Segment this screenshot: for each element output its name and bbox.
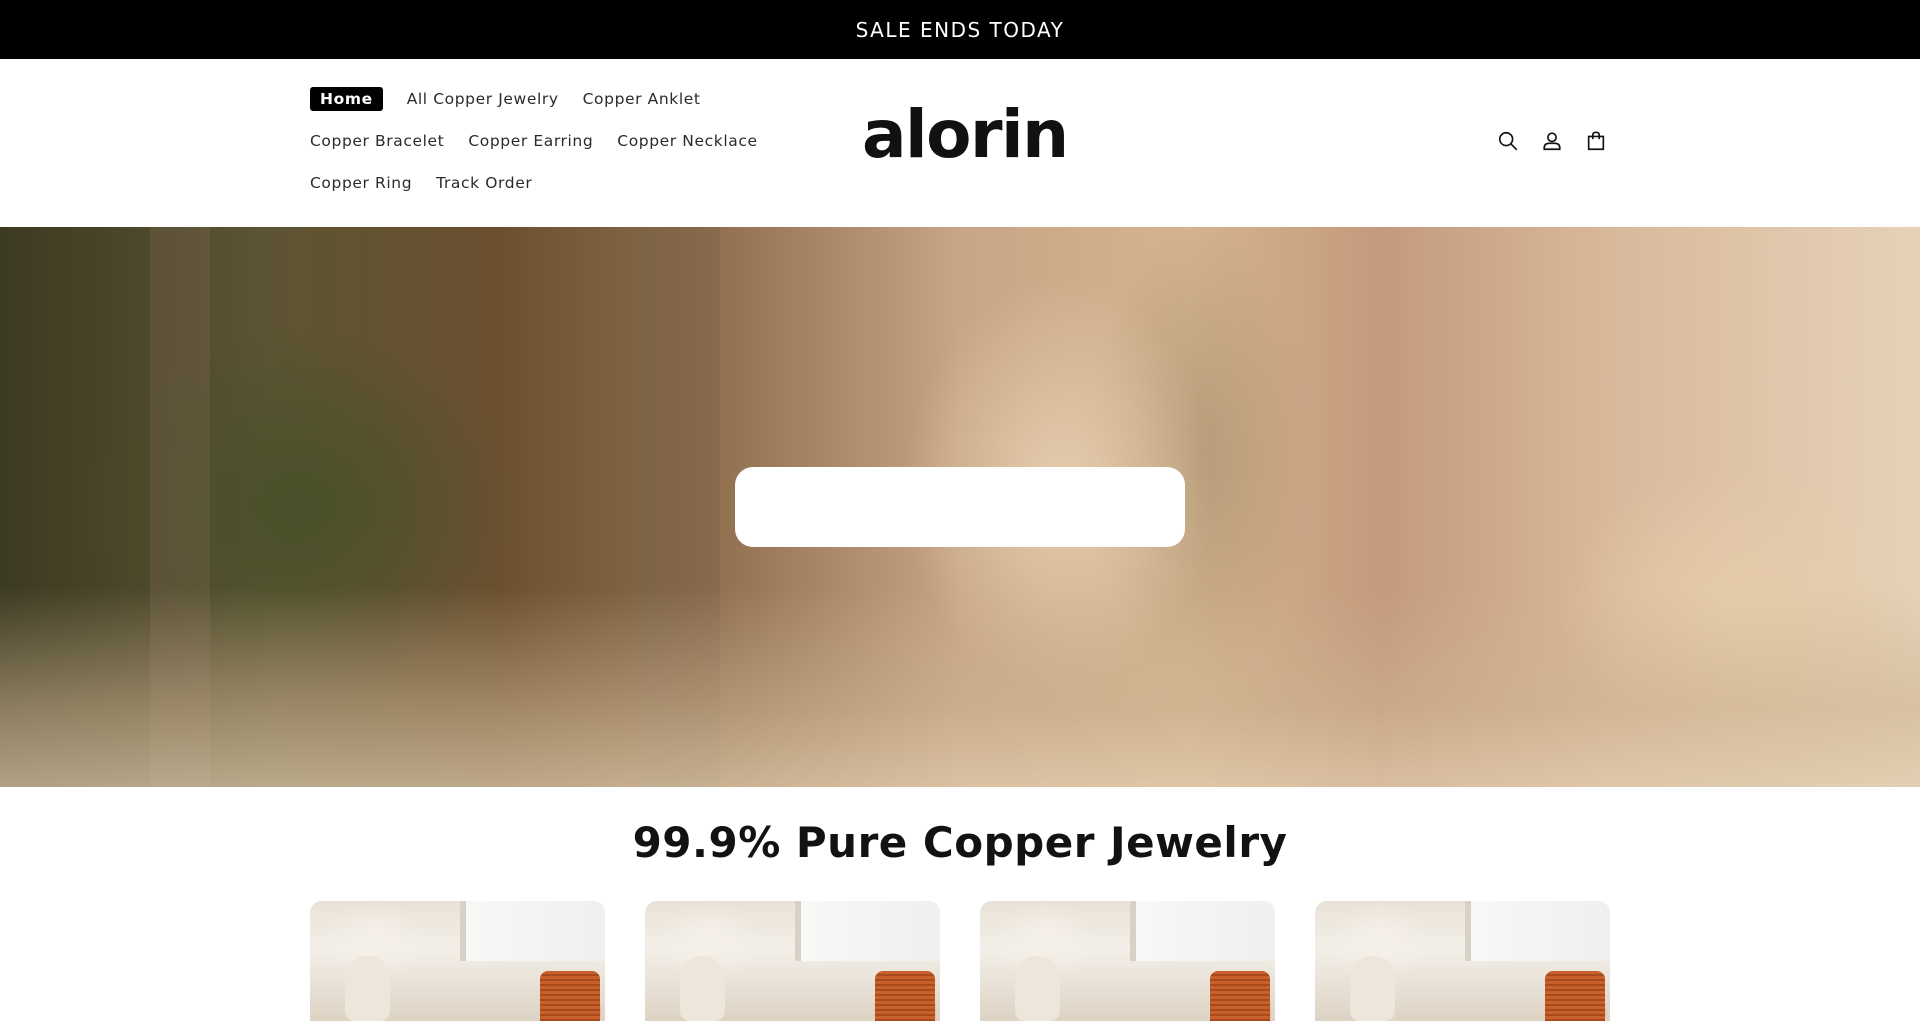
product-image-detail: [460, 901, 605, 961]
header-icons: [1496, 129, 1608, 153]
site-logo[interactable]: alorin: [862, 99, 1069, 171]
product-image-detail: [1210, 971, 1270, 1021]
hero-image-detail: [0, 587, 1920, 787]
nav-copper-anklet[interactable]: Copper Anklet: [573, 87, 711, 111]
announcement-bar: SALE ENDS TODAY: [0, 0, 1920, 59]
product-grid: [310, 901, 1610, 1021]
nav-home[interactable]: Home: [310, 87, 383, 111]
product-image-detail: [1350, 956, 1395, 1021]
product-card[interactable]: [310, 901, 605, 1021]
product-card[interactable]: [980, 901, 1275, 1021]
announcement-text: SALE ENDS TODAY: [855, 17, 1065, 42]
nav-track-order[interactable]: Track Order: [426, 171, 542, 195]
nav-copper-necklace[interactable]: Copper Necklace: [607, 129, 767, 153]
product-image-detail: [875, 971, 935, 1021]
product-image-detail: [1465, 901, 1610, 961]
nav-copper-bracelet[interactable]: Copper Bracelet: [310, 129, 454, 153]
nav-row: Copper Ring Track Order: [310, 171, 546, 195]
account-icon[interactable]: [1540, 129, 1564, 153]
collection-title: 99.9% Pure Copper Jewelry: [632, 818, 1288, 867]
product-card[interactable]: [645, 901, 940, 1021]
nav-all-copper-jewelry[interactable]: All Copper Jewelry: [397, 87, 569, 111]
site-header: Home All Copper Jewelry Copper Anklet Co…: [0, 59, 1920, 227]
product-image-detail: [1545, 971, 1605, 1021]
search-icon[interactable]: [1496, 129, 1520, 153]
hero-banner: [0, 227, 1920, 787]
product-image-detail: [680, 956, 725, 1021]
product-image-detail: [795, 901, 940, 961]
nav-copper-ring[interactable]: Copper Ring: [310, 171, 422, 195]
product-image-detail: [1015, 956, 1060, 1021]
nav-copper-earring[interactable]: Copper Earring: [458, 129, 603, 153]
product-image-detail: [345, 956, 390, 1021]
product-card[interactable]: [1315, 901, 1610, 1021]
nav-row: Home All Copper Jewelry Copper Anklet: [310, 87, 715, 111]
product-image-detail: [1130, 901, 1275, 961]
product-image-detail: [540, 971, 600, 1021]
hero-text-card: [735, 467, 1185, 547]
cart-icon[interactable]: [1584, 129, 1608, 153]
nav-row: Copper Bracelet Copper Earring Copper Ne…: [310, 129, 772, 153]
